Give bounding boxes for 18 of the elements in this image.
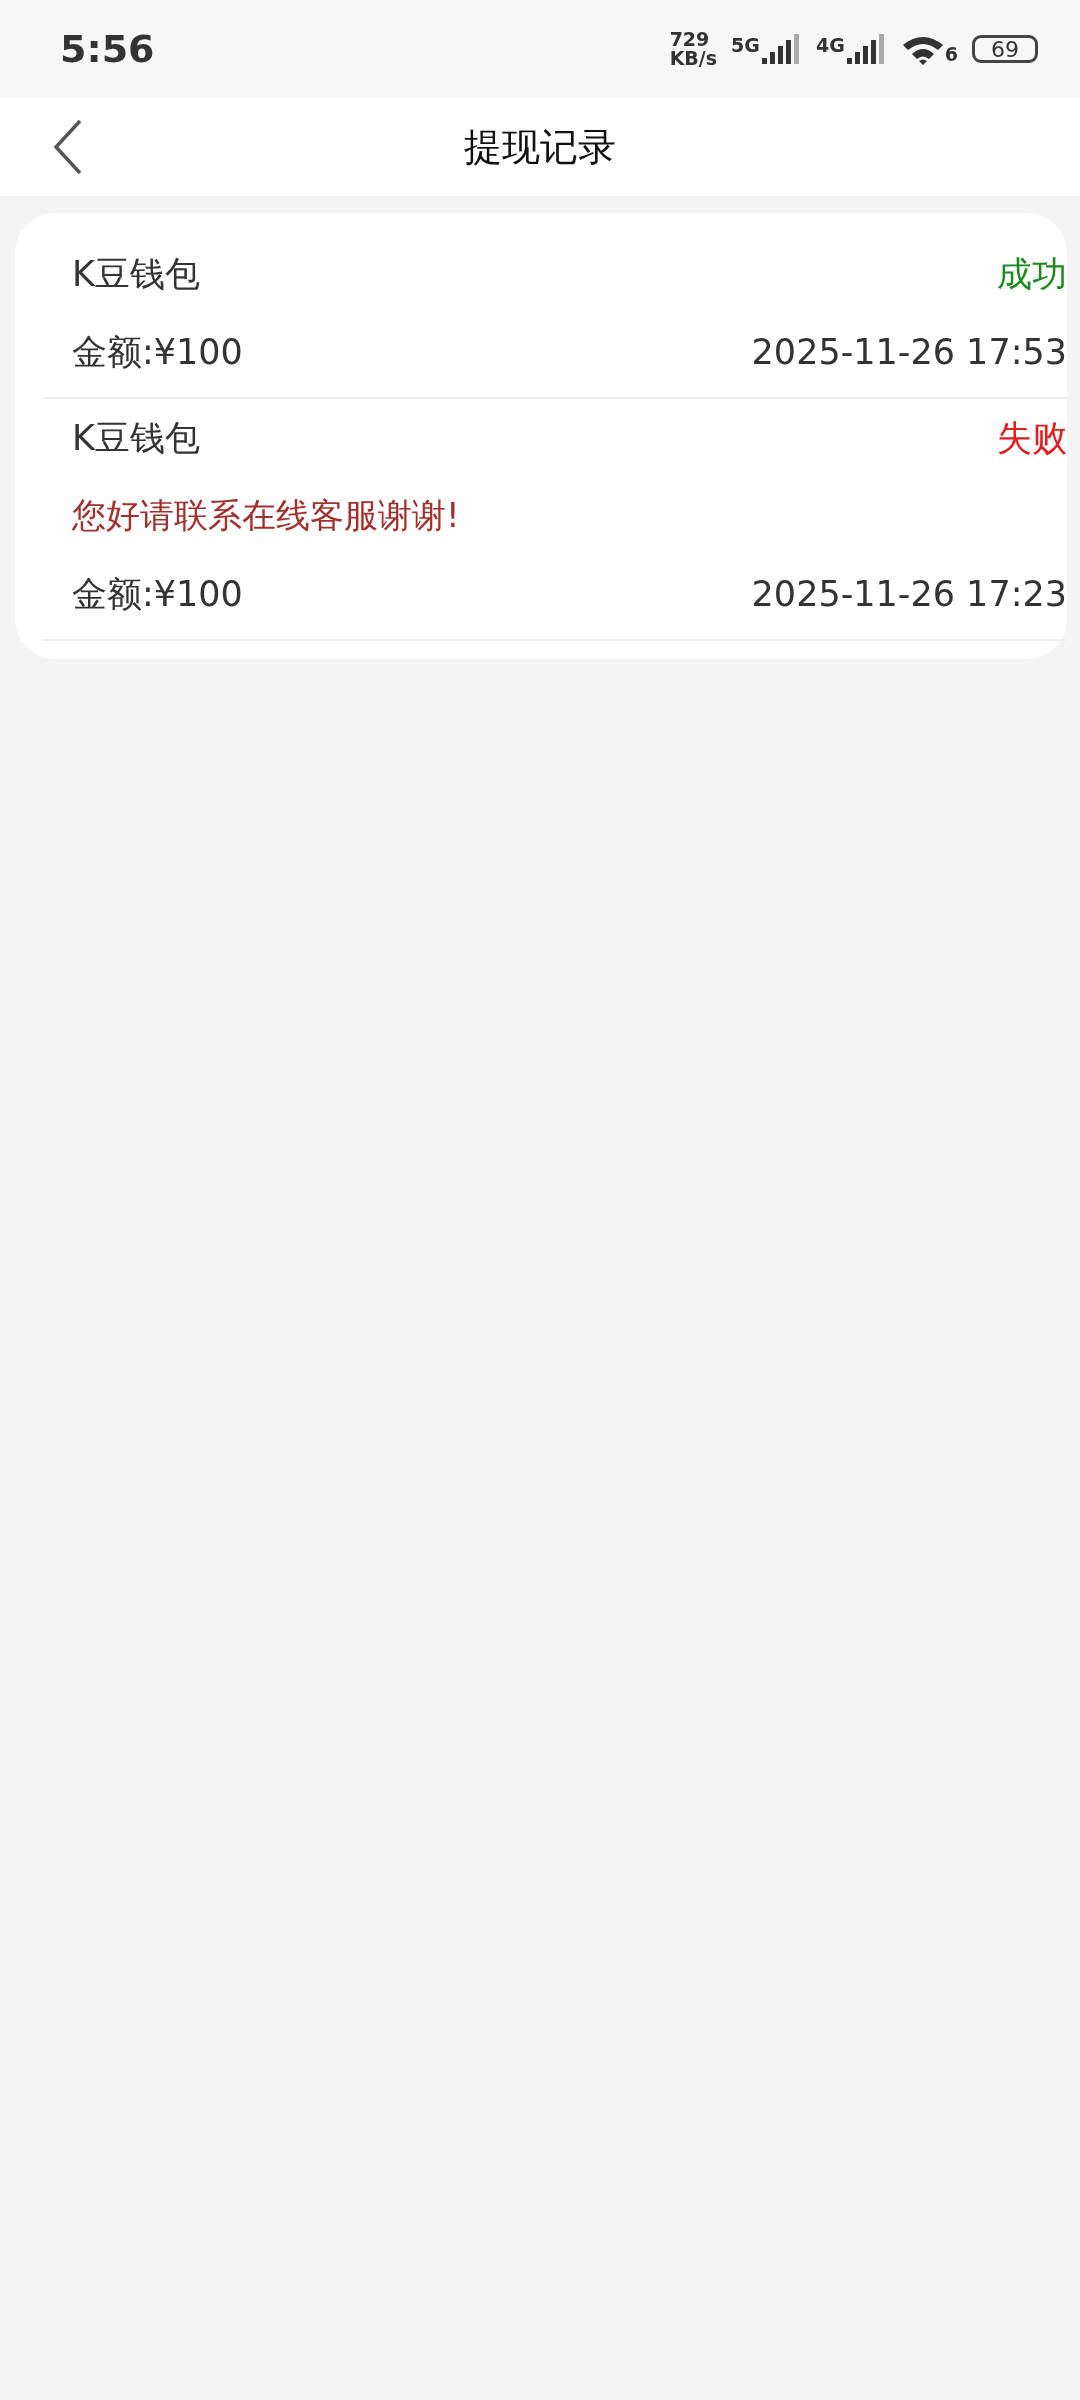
- status-time: 5:56: [60, 27, 155, 71]
- status-label: 失败: [997, 416, 1067, 460]
- wallet-name: K豆钱包: [72, 252, 200, 296]
- wifi-number: 6: [944, 43, 958, 65]
- record-time: 2025-11-26 17:53: [751, 332, 1067, 372]
- status-message: 您好请联系在线客服谢谢!: [72, 494, 460, 537]
- amount-text: 金额:¥100: [72, 330, 243, 374]
- signal-icon: [761, 34, 802, 64]
- record-time: 2025-11-26 17:23: [751, 574, 1067, 614]
- status-label: 成功: [997, 252, 1067, 296]
- network-speed: 729 KB/s: [669, 30, 718, 68]
- amount-text: 金额:¥100: [72, 572, 243, 616]
- page-title: 提现记录: [463, 123, 617, 171]
- network-type: 5G: [731, 34, 760, 56]
- signal-icon: [846, 34, 887, 64]
- battery-icon: 69: [972, 35, 1038, 63]
- network-type: 4G: [815, 34, 845, 56]
- wallet-name: K豆钱包: [72, 416, 200, 460]
